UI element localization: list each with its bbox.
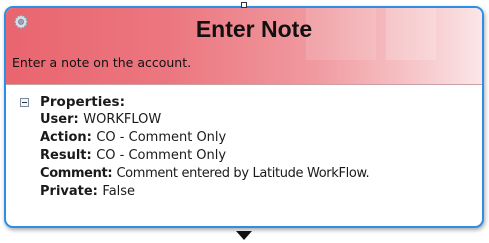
- workflow-canvas: Enter Note Enter a note on the account. …: [0, 0, 489, 243]
- divider: [6, 84, 482, 85]
- enter-note-node[interactable]: Enter Note Enter a note on the account. …: [4, 6, 484, 228]
- property-value: Comment entered by Latitude WorkFlow.: [116, 166, 370, 181]
- property-row-private: Private: False: [40, 184, 135, 200]
- property-key: Action:: [40, 130, 97, 145]
- node-header: Enter Note Enter a note on the account.: [6, 8, 482, 84]
- property-key: User:: [40, 112, 84, 127]
- property-value: CO - Comment Only: [96, 130, 227, 145]
- property-value: CO - Comment Only: [96, 148, 227, 163]
- property-key: Private:: [40, 184, 103, 199]
- property-row-action: Action: CO - Comment Only: [40, 130, 226, 146]
- input-connector-handle[interactable]: [241, 2, 247, 8]
- properties-heading: Properties:: [40, 94, 125, 110]
- property-key: Result:: [40, 148, 97, 163]
- node-subtitle: Enter a note on the account.: [12, 55, 192, 70]
- property-value: False: [102, 184, 136, 199]
- property-key: Comment:: [40, 166, 117, 181]
- property-row-result: Result: CO - Comment Only: [40, 148, 226, 164]
- property-row-user: User: WORKFLOW: [40, 112, 161, 128]
- property-row-comment: Comment: Comment entered by Latitude Wor…: [40, 166, 370, 182]
- property-value: WORKFLOW: [83, 112, 162, 127]
- collapse-toggle-icon[interactable]: [20, 98, 29, 107]
- output-connector-arrow[interactable]: [236, 231, 252, 240]
- node-title: Enter Note: [195, 16, 313, 42]
